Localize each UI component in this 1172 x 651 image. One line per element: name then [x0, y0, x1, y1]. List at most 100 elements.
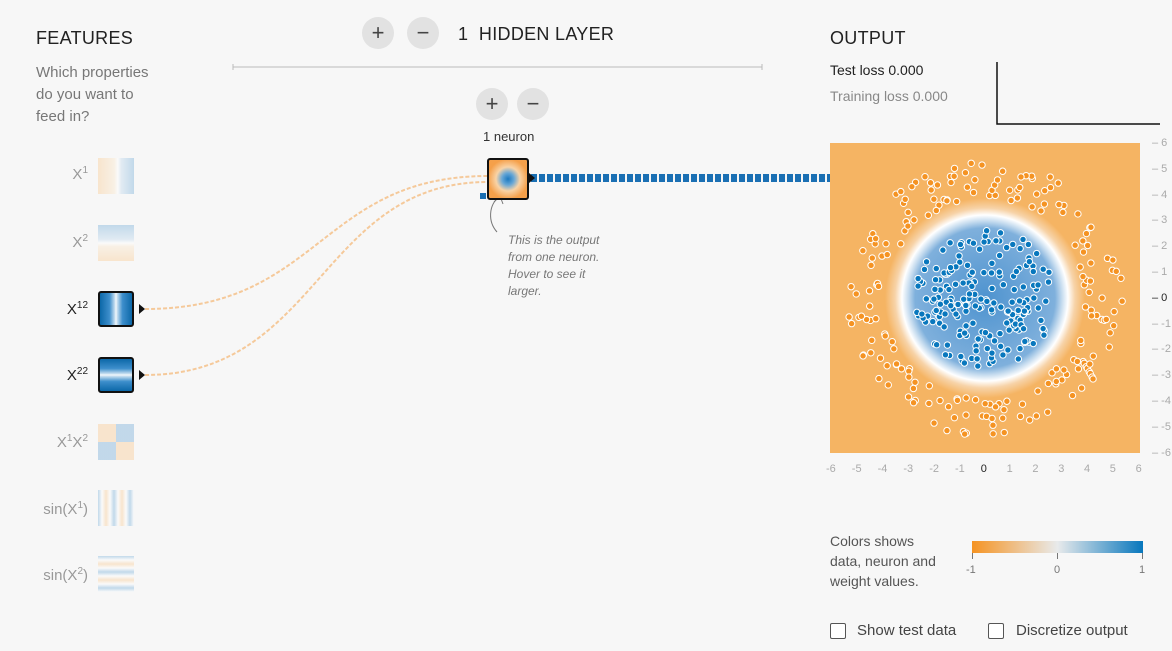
data-point-blue — [931, 285, 939, 294]
data-point-orange — [1054, 179, 1062, 187]
data-point-orange — [1013, 194, 1022, 202]
data-point-orange — [1044, 408, 1052, 416]
output-heatmap[interactable] — [830, 143, 1140, 453]
data-point-orange — [1000, 406, 1008, 414]
data-point-orange — [1060, 366, 1068, 374]
data-point-orange — [1018, 400, 1027, 408]
data-point-blue — [946, 263, 955, 272]
data-point-blue — [1002, 243, 1011, 252]
data-point-blue — [969, 239, 978, 247]
data-point-orange — [908, 182, 916, 191]
data-point-blue — [972, 347, 980, 355]
neuron-callout: This is the output from one neuron. Hove… — [508, 233, 600, 298]
data-point-orange — [926, 179, 935, 187]
data-point-orange — [947, 178, 955, 187]
data-point-blue — [1021, 337, 1029, 346]
y-tick: – 4 — [1152, 188, 1168, 201]
data-point-orange — [960, 430, 969, 438]
data-point-orange — [905, 373, 913, 381]
data-point-orange — [876, 354, 885, 362]
data-point-blue — [1037, 316, 1045, 325]
data-point-orange — [967, 159, 975, 167]
data-point-blue — [962, 301, 970, 310]
data-point-orange — [961, 169, 970, 177]
data-point-blue — [974, 362, 982, 370]
x-tick: -2 — [929, 463, 939, 475]
data-point-orange — [890, 345, 898, 353]
data-point-blue — [1016, 244, 1024, 253]
data-point-orange — [921, 173, 929, 181]
discretize-output-label[interactable]: Discretize output — [1016, 622, 1128, 639]
data-point-orange — [930, 419, 938, 427]
x-tick: 1 — [1006, 463, 1013, 475]
data-point-orange — [901, 195, 909, 203]
data-point-orange — [867, 261, 875, 269]
link-x2-squared-to-neuron[interactable] — [144, 181, 489, 376]
data-point-blue — [952, 310, 960, 318]
data-point-blue — [1019, 235, 1027, 244]
data-point-orange — [1079, 272, 1087, 281]
data-point-blue — [988, 259, 996, 267]
data-point-blue — [1039, 324, 1047, 333]
x-tick: 3 — [1058, 463, 1065, 475]
data-point-orange — [989, 430, 997, 438]
data-point-blue — [1042, 297, 1050, 305]
x-tick: 4 — [1084, 463, 1091, 475]
data-point-blue — [999, 281, 1008, 289]
data-point-blue — [999, 351, 1007, 359]
data-point-blue — [969, 319, 977, 327]
remove-layer-button[interactable]: − — [407, 17, 439, 49]
data-point-blue — [980, 238, 988, 246]
add-layer-button[interactable]: + — [362, 17, 394, 49]
data-point-orange — [897, 240, 905, 248]
data-point-blue — [951, 280, 960, 288]
remove-neuron-button[interactable]: − — [517, 88, 549, 120]
data-point-orange — [845, 313, 853, 321]
x-tick: 0 — [980, 463, 987, 475]
hidden-neuron[interactable] — [487, 158, 529, 200]
add-neuron-button[interactable]: + — [476, 88, 508, 120]
data-point-blue — [1034, 304, 1043, 312]
data-point-orange — [1087, 223, 1095, 231]
data-point-blue — [943, 341, 952, 349]
data-point-orange — [1105, 343, 1113, 351]
data-point-orange — [936, 396, 944, 405]
data-point-blue — [918, 310, 926, 318]
data-point-blue — [1020, 307, 1029, 315]
data-point-blue — [931, 275, 940, 284]
data-point-blue — [982, 227, 991, 235]
data-point-orange — [950, 164, 959, 173]
data-point-blue — [996, 329, 1004, 338]
show-test-data-label[interactable]: Show test data — [857, 622, 956, 639]
data-point-blue — [1004, 346, 1012, 354]
data-point-blue — [980, 268, 988, 277]
y-tick: – 1 — [1152, 266, 1168, 278]
data-point-blue — [914, 282, 922, 290]
data-point-orange — [933, 181, 942, 189]
data-point-blue — [983, 297, 991, 306]
data-point-blue — [1025, 257, 1034, 266]
data-point-orange — [1016, 412, 1025, 421]
data-point-orange — [1079, 237, 1087, 245]
discretize-output-checkbox[interactable] — [988, 623, 1004, 639]
data-point-orange — [953, 396, 962, 404]
loss-chart — [996, 62, 1160, 125]
neuron-count-label: 1 neuron — [483, 129, 535, 144]
data-point-orange — [904, 222, 912, 230]
data-point-blue — [981, 328, 990, 337]
legend-tick-min-mark — [972, 553, 973, 559]
data-point-orange — [1046, 173, 1054, 181]
show-test-data-checkbox[interactable] — [830, 623, 846, 639]
data-point-orange — [925, 382, 934, 390]
data-point-blue — [987, 269, 996, 277]
legend-max: 1 — [1139, 564, 1146, 576]
data-point-blue — [1014, 306, 1022, 315]
data-point-blue — [960, 329, 969, 337]
neuron-bias-indicator[interactable] — [480, 193, 486, 199]
hidden-layer-heading: 1 HIDDEN LAYER — [458, 24, 614, 45]
data-point-blue — [987, 306, 996, 314]
y-tick: – -3 — [1152, 369, 1171, 382]
link-x1-squared-to-neuron[interactable] — [144, 175, 489, 310]
data-point-orange — [909, 398, 918, 407]
data-point-orange — [1077, 336, 1085, 345]
